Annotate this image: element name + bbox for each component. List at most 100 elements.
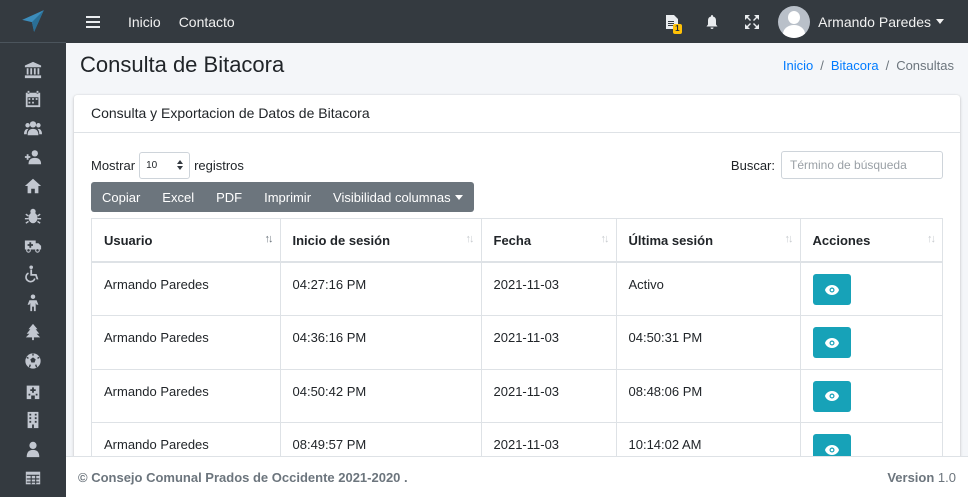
chevron-down-icon <box>454 194 463 200</box>
messages-button[interactable]: 1 <box>652 14 692 34</box>
cell-fecha: 2021-11-03 <box>481 315 617 370</box>
view-button[interactable] <box>812 434 851 458</box>
column-visibility-button[interactable]: Visibilidad columnas <box>322 182 474 212</box>
sort-icon: ↑↓ <box>600 233 610 245</box>
sort-icon: ↑↓ <box>465 233 475 245</box>
column-header-fecha[interactable]: Fecha ↑↓ <box>481 219 617 263</box>
sidebar-item-hospital[interactable] <box>0 376 66 405</box>
fullscreen-button[interactable] <box>732 14 772 30</box>
cell-ultima-sesion: 08:48:06 PM <box>616 369 801 423</box>
calendar-icon <box>25 90 41 107</box>
cell-acciones <box>800 262 942 316</box>
page-length-select[interactable]: 10 <box>139 151 191 179</box>
sort-icon: ↑↓ <box>784 233 794 245</box>
cell-ultima-sesion: 04:50:31 PM <box>616 315 801 370</box>
view-button[interactable] <box>812 274 851 305</box>
copy-button[interactable]: Copiar <box>91 182 151 212</box>
table-wrapper: Usuario ↑↓ Inicio de sesión ↑↓ Fecha ↑↓ Últ… <box>91 218 943 458</box>
excel-button[interactable]: Excel <box>151 182 205 212</box>
home-icon <box>24 179 42 194</box>
cell-acciones <box>800 422 942 458</box>
pdf-button[interactable]: PDF <box>205 182 253 212</box>
search-control: Buscar: <box>731 151 943 179</box>
sidebar-item-user[interactable] <box>0 434 66 463</box>
length-label-post: registros <box>194 157 244 173</box>
column-header-ultima-sesion[interactable]: Última sesión ↑↓ <box>616 219 801 263</box>
cell-ultima-sesion: Activo <box>616 262 801 316</box>
table-row: Armando Paredes 04:27:16 PM 2021-11-03 A… <box>92 262 942 316</box>
print-button[interactable]: Imprimir <box>253 182 322 212</box>
sidebar-item-soccer[interactable] <box>0 347 66 376</box>
eye-icon <box>824 284 839 295</box>
user-plus-icon <box>24 150 42 165</box>
sidebar-item-home[interactable] <box>0 172 66 201</box>
footer-copyright: © Consejo Comunal Prados de Occidente 20… <box>78 469 408 485</box>
cell-fecha: 2021-11-03 <box>481 422 617 458</box>
sidebar-item-bug[interactable] <box>0 201 66 230</box>
notifications-button[interactable] <box>692 14 732 30</box>
export-button-group: Copiar Excel PDF Imprimir Visibilidad co… <box>91 182 474 212</box>
sidebar-item-user-plus[interactable] <box>0 143 66 172</box>
column-header-inicio-sesion[interactable]: Inicio de sesión ↑↓ <box>280 219 482 263</box>
sidebar <box>0 0 66 497</box>
eye-icon <box>824 337 839 348</box>
bug-icon <box>24 208 42 224</box>
sidebar-item-calendar[interactable] <box>0 84 66 113</box>
menu-toggle-icon[interactable] <box>86 15 110 28</box>
cell-usuario: Armando Paredes <box>92 315 281 370</box>
footer-version: Version 1.0 <box>887 469 956 485</box>
sidebar-item-ambulance[interactable] <box>0 230 66 259</box>
view-button[interactable] <box>812 380 851 412</box>
cell-usuario: Armando Paredes <box>92 422 281 458</box>
nav-link-inicio[interactable]: Inicio <box>128 14 161 30</box>
footer: © Consejo Comunal Prados de Occidente 20… <box>66 456 968 497</box>
building-icon <box>27 411 39 428</box>
breadcrumb: Inicio / Bitacora / Consultas <box>782 57 954 73</box>
table-row: Armando Paredes 04:50:42 PM 2021-11-03 0… <box>92 369 942 423</box>
breadcrumb-inicio[interactable]: Inicio <box>783 58 813 73</box>
child-icon <box>27 294 39 312</box>
ambulance-icon <box>24 240 42 253</box>
page-title: Consulta de Bitacora <box>80 52 285 77</box>
cell-inicio-sesion: 08:49:57 PM <box>280 422 482 458</box>
cell-fecha: 2021-11-03 <box>481 262 617 316</box>
cell-usuario: Armando Paredes <box>92 369 281 423</box>
table-icon <box>25 471 41 485</box>
search-input[interactable] <box>781 151 943 179</box>
bitacora-table: Usuario ↑↓ Inicio de sesión ↑↓ Fecha ↑↓ Últ… <box>92 219 942 458</box>
paper-plane-icon <box>22 10 44 32</box>
column-header-usuario[interactable]: Usuario ↑↓ <box>92 219 281 263</box>
sidebar-item-users[interactable] <box>0 113 66 142</box>
user-menu[interactable]: Armando Paredes <box>778 5 944 38</box>
chevron-down-icon <box>936 19 944 24</box>
sidebar-item-building[interactable] <box>0 405 66 434</box>
cell-fecha: 2021-11-03 <box>481 369 617 423</box>
sidebar-item-table[interactable] <box>0 464 66 493</box>
search-label: Buscar: <box>730 157 775 173</box>
bank-icon <box>24 61 42 78</box>
view-button[interactable] <box>812 327 851 358</box>
sort-icon: ↑↓ <box>264 233 274 245</box>
sidebar-item-tree[interactable] <box>0 318 66 347</box>
cell-acciones <box>800 369 942 423</box>
notification-badge: 1 <box>673 23 682 34</box>
sidebar-item-bank[interactable] <box>0 55 66 84</box>
wheelchair-icon <box>25 265 39 283</box>
sort-icon: ↑↓ <box>927 233 936 245</box>
length-control: Mostrar 10 registros <box>91 151 244 179</box>
user-icon <box>26 441 40 458</box>
nav-link-contacto[interactable]: Contacto <box>179 14 235 30</box>
brand-logo[interactable] <box>0 0 66 43</box>
cell-inicio-sesion: 04:27:16 PM <box>280 262 482 316</box>
breadcrumb-consultas: Consultas <box>896 57 954 73</box>
bell-icon <box>706 14 718 29</box>
tree-icon <box>25 324 41 341</box>
column-header-acciones[interactable]: Acciones ↑↓ <box>800 219 942 263</box>
sidebar-item-wheelchair[interactable] <box>0 259 66 288</box>
sidebar-item-child[interactable] <box>0 289 66 318</box>
user-name: Armando Paredes <box>818 13 931 30</box>
breadcrumb-bitacora[interactable]: Bitacora <box>831 58 879 73</box>
top-navbar: Inicio Contacto 1 Armando Paredes <box>66 0 968 43</box>
length-label-pre: Mostrar <box>91 157 136 173</box>
table-row: Armando Paredes 08:49:57 PM 2021-11-03 1… <box>92 422 942 458</box>
